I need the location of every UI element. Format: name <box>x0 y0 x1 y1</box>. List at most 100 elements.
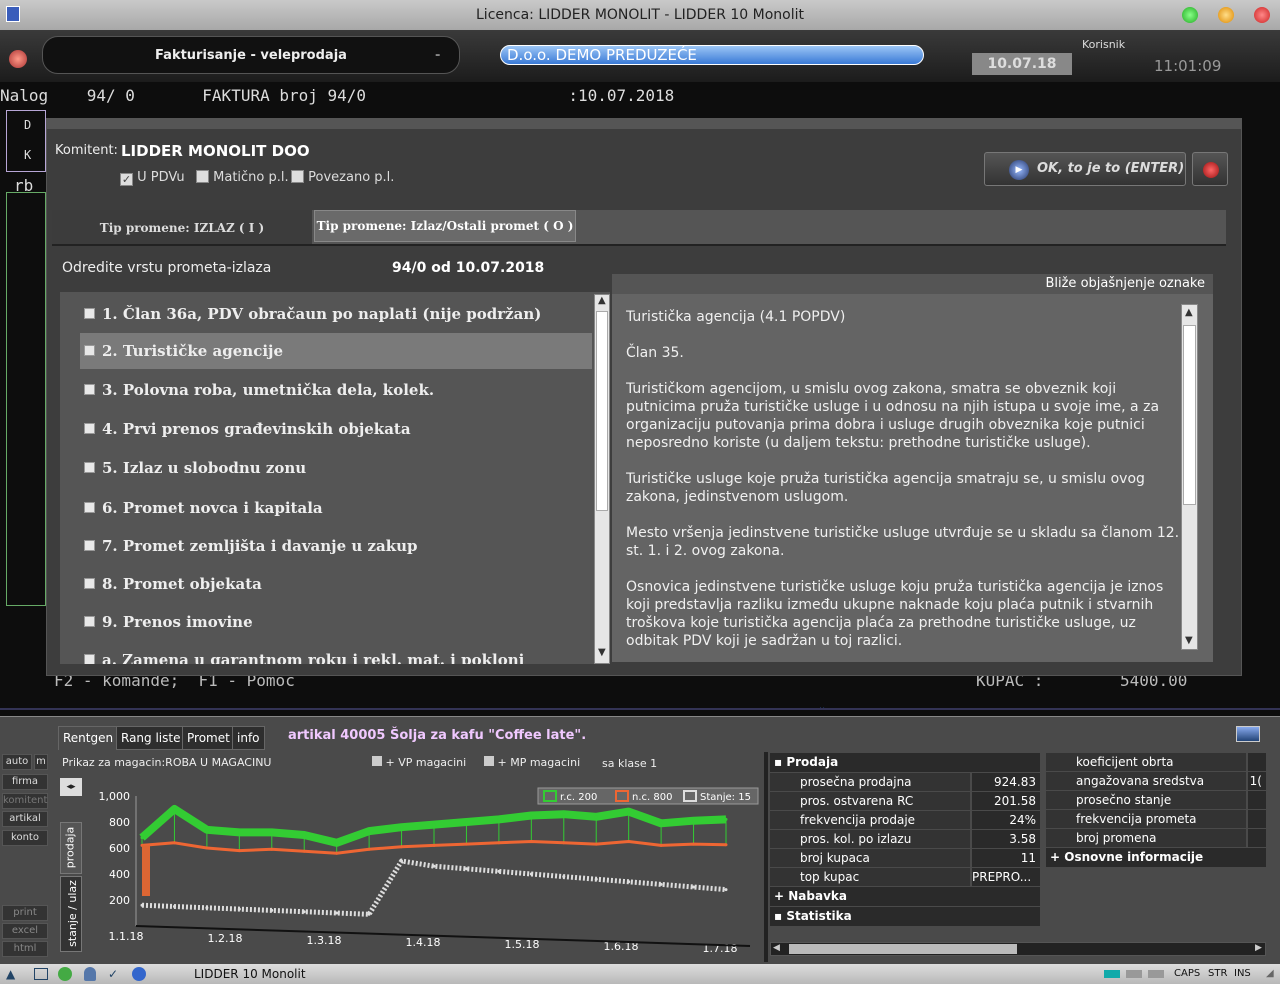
user-icon[interactable] <box>84 967 96 981</box>
checkbox-icon[interactable] <box>84 345 95 356</box>
konto-button[interactable]: konto <box>2 830 48 846</box>
print-button[interactable]: print <box>2 905 48 921</box>
stat-key: top kupac <box>770 868 970 886</box>
checkbox-icon[interactable] <box>84 384 95 395</box>
checkbox-icon[interactable] <box>84 616 95 627</box>
y-tick-label: 800 <box>109 816 130 829</box>
close-button[interactable] <box>1254 7 1270 23</box>
list-item-selected[interactable]: 2. Turističke agencije <box>80 333 592 369</box>
prikaz-label: Prikaz za magacin:ROBA U MAGACINU <box>62 756 272 769</box>
exit-icon[interactable] <box>9 50 27 68</box>
ok-button[interactable]: ▶ OK, to je to (ENTER) <box>984 152 1186 186</box>
checkbox-icon[interactable] <box>84 654 95 664</box>
scroll-thumb[interactable] <box>1183 325 1196 505</box>
list-item[interactable]: 5. Izlaz u slobodnu zonu <box>80 450 592 486</box>
scroll-down-icon[interactable]: ▼ <box>1185 635 1193 646</box>
check-icon[interactable]: ✓ <box>108 964 118 984</box>
checkbox-icon[interactable] <box>84 540 95 551</box>
stat-key: broj kupaca <box>770 849 970 867</box>
checkbox-icon[interactable] <box>84 308 95 319</box>
tab-info[interactable]: info <box>232 726 265 750</box>
html-button[interactable]: html <box>2 941 48 957</box>
nabavka-title: Nabavka <box>788 889 847 903</box>
prompt-text: Odredite vrstu prometa-izlaza <box>62 260 272 276</box>
info-icon[interactable] <box>132 967 146 981</box>
warning-icon[interactable]: ▲ <box>6 964 15 984</box>
tab-promet[interactable]: Promet <box>182 726 235 750</box>
prodaja-header[interactable]: ▪ Prodaja <box>770 753 1040 772</box>
checkbox-icon[interactable] <box>84 578 95 589</box>
tab-promet-label: Promet <box>187 731 230 745</box>
checkbox-icon[interactable] <box>84 502 95 513</box>
tab-rang-liste[interactable]: Rang liste <box>116 726 186 750</box>
window-icon[interactable] <box>34 968 48 980</box>
tab-ostali-promet[interactable]: Tip promene: Izlaz/Ostali promet ( O ) <box>314 210 576 242</box>
auto-button[interactable]: auto <box>2 754 32 770</box>
minimize-button[interactable] <box>1182 7 1198 23</box>
prodaja-title: Prodaja <box>786 755 839 769</box>
data-point <box>594 877 598 881</box>
maximize-button[interactable] <box>1218 7 1234 23</box>
data-point <box>270 908 274 912</box>
firma-button[interactable]: firma <box>2 774 48 790</box>
list-item[interactable]: 4. Prvi prenos građevinskih objekata <box>80 411 592 447</box>
check-pdv[interactable]: ✓ U PDVu <box>120 170 185 186</box>
artikal-label: artikal <box>9 813 41 824</box>
doc-ref: 94/0 od 10.07.2018 <box>392 260 545 276</box>
list-item[interactable]: a. Zamena u garantnom roku i rekl. mat. … <box>80 642 592 664</box>
list-item[interactable]: 9. Prenos imovine <box>80 604 592 640</box>
tab-rentgen[interactable]: Rentgen <box>58 726 119 750</box>
chart-nav[interactable]: ◂▸ <box>60 778 82 796</box>
check-maticno[interactable]: Matično p.l. <box>196 170 289 185</box>
module-selector[interactable]: Fakturisanje - veleprodaja - <box>42 36 460 74</box>
data-point <box>400 859 404 863</box>
list-item[interactable]: 1. Član 36a, PDV obračaun po naplati (ni… <box>80 296 592 332</box>
mp-checkbox[interactable]: + MP magacini <box>484 756 580 769</box>
scroll-thumb[interactable] <box>596 311 608 511</box>
cancel-button[interactable] <box>1192 152 1228 186</box>
vp-checkbox[interactable]: + VP magacini <box>372 756 466 769</box>
statistika-header[interactable]: ▪ Statistika <box>770 907 1040 926</box>
m-button[interactable]: m <box>34 754 48 770</box>
list-item[interactable]: 8. Promet objekata <box>80 566 592 602</box>
checkbox-icon[interactable] <box>84 462 95 473</box>
excel-button[interactable]: excel <box>2 923 48 939</box>
osnovne-header[interactable]: + Osnovne informacije <box>1046 848 1266 867</box>
splitter[interactable] <box>0 708 1280 710</box>
data-point <box>140 836 144 840</box>
scroll-up-icon[interactable]: ▲ <box>598 295 606 306</box>
list-item[interactable]: 7. Promet zemljišta i davanje u zakup <box>80 528 592 564</box>
description-scrollbar[interactable]: ▲ ▼ <box>1181 304 1198 650</box>
list-item[interactable]: 3. Polovna roba, umetnička dela, kolek. <box>80 372 592 408</box>
stat-row: prosečno stanje <box>1046 791 1266 810</box>
horizontal-scrollbar[interactable]: ◀ ▶ <box>770 942 1266 956</box>
data-point <box>335 841 339 845</box>
scroll-left-icon[interactable]: ◀ <box>773 943 780 953</box>
scroll-right-icon[interactable]: ▶ <box>1255 943 1262 953</box>
tab-izlaz[interactable]: Tip promene: IZLAZ ( I ) <box>52 210 312 244</box>
scroll-up-icon[interactable]: ▲ <box>1185 307 1193 318</box>
grip-icon[interactable]: ◢ <box>1266 964 1274 984</box>
scroll-down-icon[interactable]: ▼ <box>598 647 606 658</box>
vtab-prodaja[interactable]: prodaja <box>60 822 82 874</box>
check-povezano[interactable]: Povezano p.l. <box>291 170 394 185</box>
stat-value: 11 <box>972 849 1040 867</box>
nabavka-header[interactable]: + Nabavka <box>770 887 1040 906</box>
data-point <box>367 829 371 833</box>
list-item-label: 3. Polovna roba, umetnička dela, kolek. <box>102 381 435 399</box>
checkbox-icon[interactable] <box>84 423 95 434</box>
list-item[interactable]: 6. Promet novca i kapitala <box>80 490 592 526</box>
list-scrollbar[interactable]: ▲ ▼ <box>594 294 610 664</box>
data-point <box>367 847 371 851</box>
artikal-button[interactable]: artikal <box>2 811 48 827</box>
expand-icon: + <box>1050 850 1061 864</box>
stat-value <box>1248 829 1266 847</box>
vtab-stanje[interactable]: stanje / ulaz <box>60 876 82 952</box>
data-point <box>724 843 728 847</box>
data-point <box>464 842 468 846</box>
komitent-button[interactable]: komitent <box>2 793 48 809</box>
x-tick-label: 1.2.18 <box>208 932 243 945</box>
scroll-thumb[interactable] <box>789 944 1017 954</box>
screen-icon[interactable] <box>1236 726 1260 742</box>
globe-icon[interactable] <box>58 967 72 981</box>
